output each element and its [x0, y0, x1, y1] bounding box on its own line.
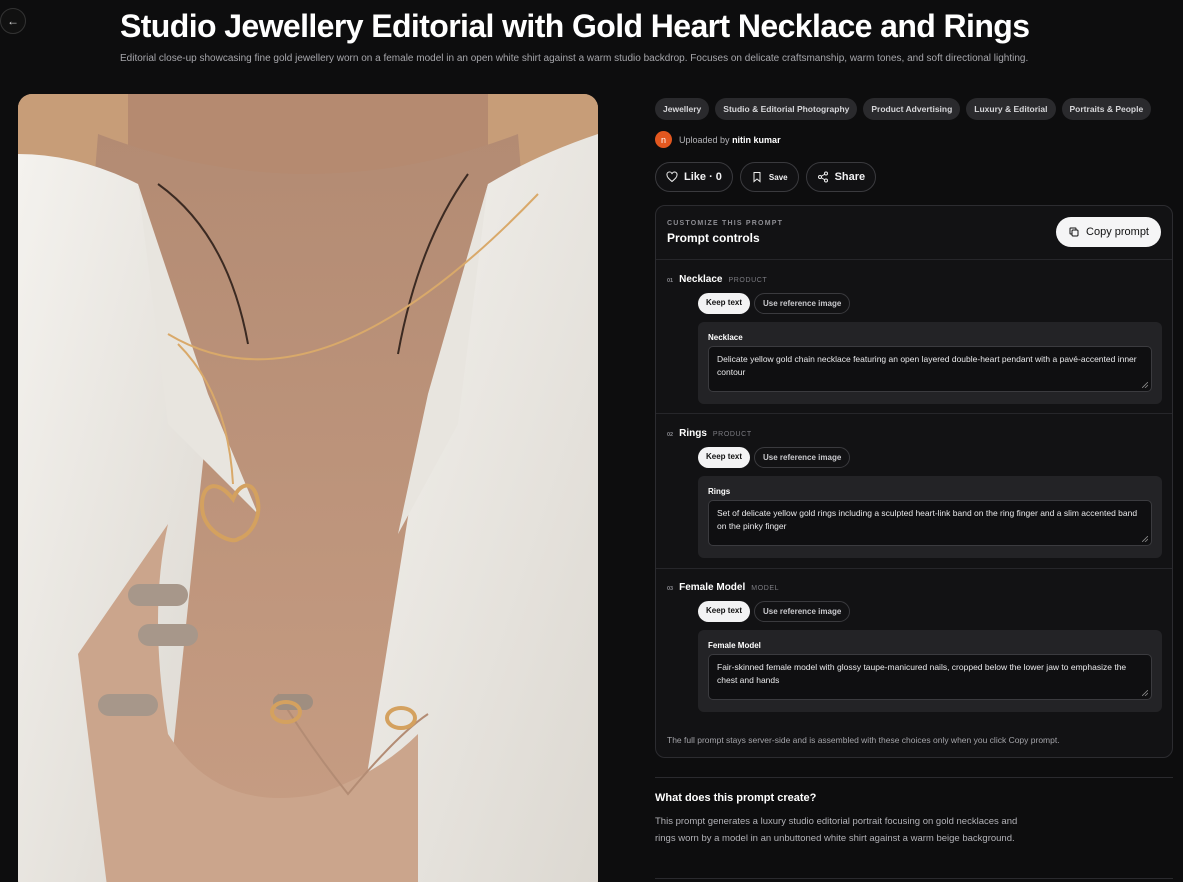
controls-title: Prompt controls	[667, 231, 760, 245]
action-bar: Like · 0 Save Share	[655, 162, 1173, 192]
back-button[interactable]: ←	[0, 8, 26, 34]
about-body: This prompt generates a luxury studio ed…	[655, 816, 1018, 844]
prompt-controls-panel: CUSTOMIZE THIS PROMPT Prompt controls Co…	[655, 205, 1173, 758]
copy-icon	[1069, 227, 1079, 237]
share-button[interactable]: Share	[805, 162, 877, 192]
like-button[interactable]: Like · 0	[655, 162, 733, 192]
item-type: PRODUCT	[712, 431, 752, 438]
keep-text-option[interactable]: Keep text	[698, 293, 751, 314]
use-reference-image-option[interactable]: Use reference image	[754, 447, 851, 468]
necklace-textarea[interactable]: Delicate yellow gold chain necklace feat…	[708, 346, 1152, 392]
share-label: Share	[834, 171, 866, 183]
copy-prompt-button[interactable]: Copy prompt	[1056, 217, 1161, 247]
uploaded-by-label: Uploaded by	[679, 134, 730, 145]
tag-product-advertising[interactable]: Product Advertising	[863, 98, 961, 120]
page-description: Editorial close-up showcasing fine gold …	[120, 53, 1029, 64]
server-side-note: The full prompt stays server-side and is…	[667, 735, 1060, 745]
tag-list: Jewellery Studio & Editorial Photography…	[655, 98, 1173, 120]
item-number: 02	[667, 432, 674, 438]
bookmark-icon	[753, 172, 761, 183]
avatar[interactable]: n	[655, 131, 672, 148]
field-label: Female Model	[708, 641, 761, 650]
item-number: 01	[667, 278, 674, 284]
copy-prompt-label: Copy prompt	[1086, 226, 1149, 238]
save-label: Save	[768, 172, 788, 182]
use-reference-image-option[interactable]: Use reference image	[754, 293, 851, 314]
item-type: MODEL	[751, 585, 780, 592]
uploader-name[interactable]: nitin kumar	[732, 135, 781, 145]
item-number: 03	[667, 586, 674, 592]
mode-toggle: Keep text Use reference image	[698, 601, 851, 622]
prompt-item-female-model: 03 Female Model MODEL Keep text Use refe…	[656, 582, 1172, 712]
keep-text-option[interactable]: Keep text	[698, 601, 751, 622]
share-icon	[817, 171, 828, 183]
field-label: Rings	[708, 487, 731, 496]
item-name: Female Model	[679, 582, 746, 593]
rings-text: Set of delicate yellow gold rings includ…	[717, 508, 1138, 531]
controls-kicker: CUSTOMIZE THIS PROMPT	[667, 220, 784, 227]
heart-icon	[666, 171, 678, 183]
use-reference-image-option[interactable]: Use reference image	[754, 601, 851, 622]
tag-jewellery[interactable]: Jewellery	[655, 98, 710, 120]
prompt-item-necklace: 01 Necklace PRODUCT Keep text Use refere…	[656, 274, 1172, 404]
item-name: Rings	[679, 428, 707, 439]
tag-luxury-editorial[interactable]: Luxury & Editorial	[966, 98, 1056, 120]
tag-portraits-people[interactable]: Portraits & People	[1061, 98, 1152, 120]
female-model-text: Fair-skinned female model with glossy ta…	[717, 662, 1127, 685]
female-model-textarea[interactable]: Fair-skinned female model with glossy ta…	[708, 654, 1152, 700]
resize-grip-icon[interactable]	[1142, 382, 1148, 388]
about-section: What does this prompt create? This promp…	[655, 777, 1173, 847]
resize-grip-icon[interactable]	[1142, 536, 1148, 542]
item-type: PRODUCT	[728, 277, 768, 284]
mode-toggle: Keep text Use reference image	[698, 293, 851, 314]
uploader: n Uploaded by nitin kumar	[655, 131, 1173, 148]
rings-textarea[interactable]: Set of delicate yellow gold rings includ…	[708, 500, 1152, 546]
save-button[interactable]: Save	[739, 162, 799, 192]
field-label: Necklace	[708, 333, 743, 342]
like-label: Like · 0	[684, 171, 722, 183]
detail-panel: Jewellery Studio & Editorial Photography…	[655, 98, 1173, 758]
preview-image	[18, 94, 598, 882]
divider	[655, 878, 1173, 879]
resize-grip-icon[interactable]	[1142, 690, 1148, 696]
necklace-text: Delicate yellow gold chain necklace feat…	[717, 354, 1137, 377]
tag-studio-editorial[interactable]: Studio & Editorial Photography	[715, 98, 858, 120]
about-heading: What does this prompt create?	[655, 792, 817, 804]
mode-toggle: Keep text Use reference image	[698, 447, 851, 468]
keep-text-option[interactable]: Keep text	[698, 447, 751, 468]
page-title: Studio Jewellery Editorial with Gold Hea…	[120, 8, 1030, 44]
prompt-item-rings: 02 Rings PRODUCT Keep text Use reference…	[656, 428, 1172, 558]
item-name: Necklace	[679, 274, 723, 285]
